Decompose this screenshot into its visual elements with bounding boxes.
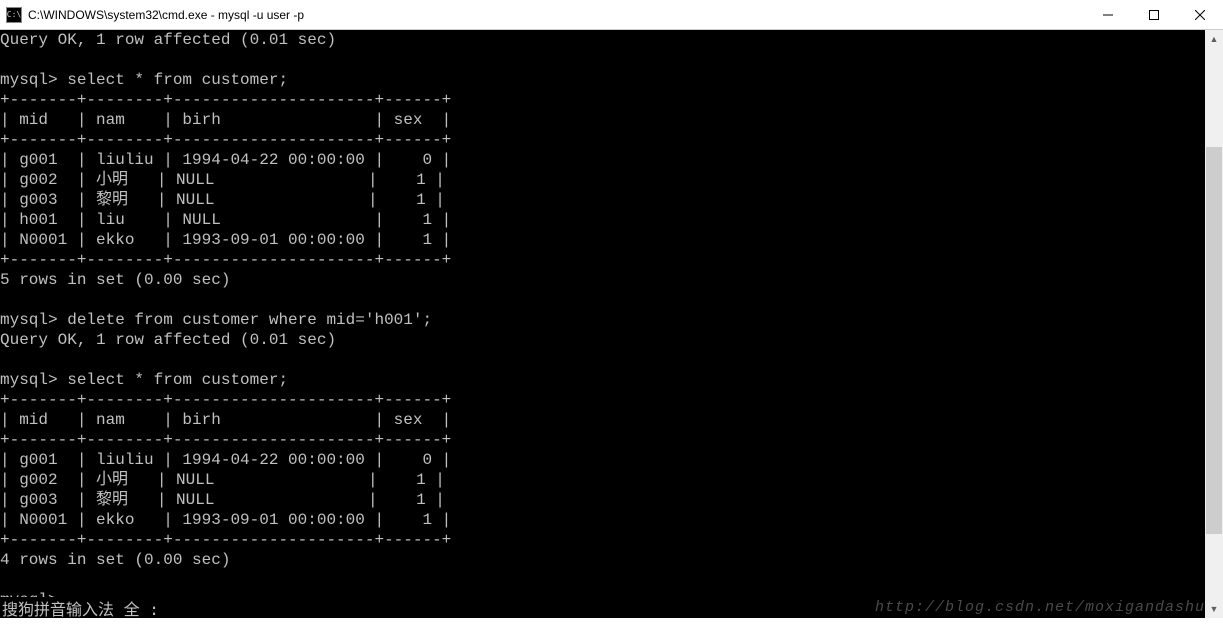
terminal-output[interactable]: Query OK, 1 row affected (0.01 sec) mysq… bbox=[0, 30, 1205, 618]
close-button[interactable] bbox=[1177, 0, 1223, 29]
minimize-button[interactable] bbox=[1085, 0, 1131, 29]
scroll-up-button[interactable]: ▲ bbox=[1205, 30, 1223, 48]
scroll-down-button[interactable]: ▼ bbox=[1205, 600, 1223, 618]
window-controls bbox=[1085, 0, 1223, 29]
ime-text: 搜狗拼音输入法 全 : bbox=[2, 596, 159, 620]
watermark-text: http://blog.csdn.net/moxigandashu bbox=[875, 599, 1205, 616]
window-title: C:\WINDOWS\system32\cmd.exe - mysql -u u… bbox=[28, 8, 1085, 22]
maximize-button[interactable] bbox=[1131, 0, 1177, 29]
console-area: Query OK, 1 row affected (0.01 sec) mysq… bbox=[0, 30, 1223, 618]
window-titlebar: C:\ C:\WINDOWS\system32\cmd.exe - mysql … bbox=[0, 0, 1223, 30]
ime-status-bar: 搜狗拼音输入法 全 : bbox=[0, 597, 159, 618]
cmd-icon: C:\ bbox=[6, 7, 22, 23]
scroll-thumb[interactable] bbox=[1206, 147, 1222, 533]
vertical-scrollbar[interactable]: ▲ ▼ bbox=[1205, 30, 1223, 618]
scroll-track[interactable] bbox=[1205, 48, 1223, 600]
